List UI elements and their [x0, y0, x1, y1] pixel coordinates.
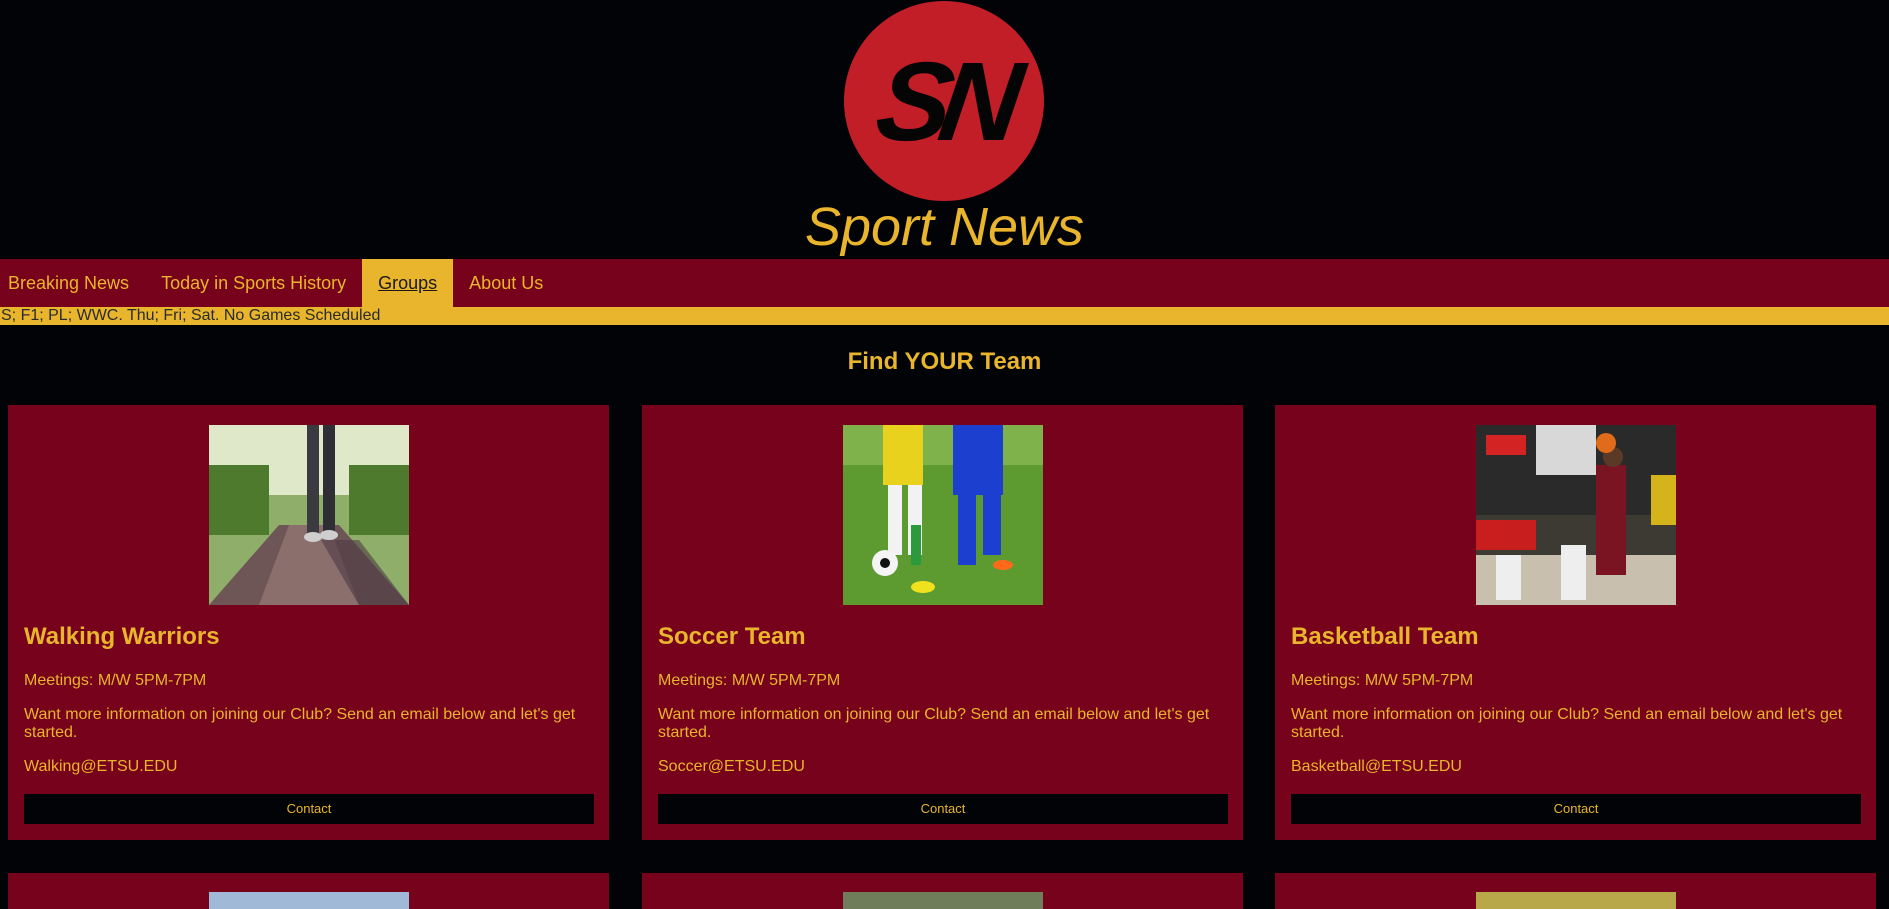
team-card-walking: Walking Warriors Meetings: M/W 5PM-7PM W…	[8, 405, 609, 840]
card-title: Walking Warriors	[24, 623, 220, 650]
team-card-basketball: Basketball Team Meetings: M/W 5PM-7PM Wa…	[1275, 405, 1876, 840]
card-photo	[209, 892, 409, 909]
card-title: Basketball Team	[1291, 623, 1479, 650]
running-photo	[209, 425, 409, 605]
card-email[interactable]: Soccer@ETSU.EDU	[658, 758, 805, 776]
main-nav: Breaking News Today in Sports History Gr…	[0, 259, 1889, 307]
contact-button[interactable]: Contact	[1291, 794, 1861, 824]
site-logo[interactable]: SN	[844, 1, 1044, 201]
card-meetings: Meetings: M/W 5PM-7PM	[24, 672, 207, 689]
team-card-soccer: Soccer Team Meetings: M/W 5PM-7PM Want m…	[642, 405, 1243, 840]
basketball-photo	[1476, 425, 1676, 605]
card-description: Want more information on joining our Clu…	[1291, 706, 1843, 741]
card-description: Want more information on joining our Clu…	[24, 706, 576, 741]
soccer-photo	[843, 425, 1043, 605]
nav-today-in-sports-history[interactable]: Today in Sports History	[145, 259, 362, 307]
score-ticker: S; F1; PL; WWC. Thu; Fri; Sat. No Games …	[0, 307, 1889, 325]
card-meetings: Meetings: M/W 5PM-7PM	[658, 672, 841, 689]
section-title: Find YOUR Team	[847, 348, 1042, 375]
team-card-row2-3	[1275, 873, 1876, 909]
card-photo	[843, 892, 1043, 909]
card-email[interactable]: Basketball@ETSU.EDU	[1291, 758, 1462, 776]
team-card-row2-2	[642, 873, 1243, 909]
card-email[interactable]: Walking@ETSU.EDU	[24, 758, 177, 776]
card-description: Want more information on joining our Clu…	[658, 706, 1210, 741]
contact-button[interactable]: Contact	[24, 794, 594, 824]
card-photo	[1476, 892, 1676, 909]
nav-breaking-news[interactable]: Breaking News	[0, 259, 145, 307]
logo-letters: SN	[869, 38, 1019, 164]
site-header: SN Sport News	[0, 0, 1889, 258]
card-title: Soccer Team	[658, 623, 806, 650]
nav-groups[interactable]: Groups	[362, 259, 454, 307]
card-meetings: Meetings: M/W 5PM-7PM	[1291, 672, 1474, 689]
team-card-row2-1	[8, 873, 609, 909]
contact-button[interactable]: Contact	[658, 794, 1228, 824]
site-title: Sport News	[804, 197, 1085, 257]
nav-about-us[interactable]: About Us	[453, 259, 559, 307]
